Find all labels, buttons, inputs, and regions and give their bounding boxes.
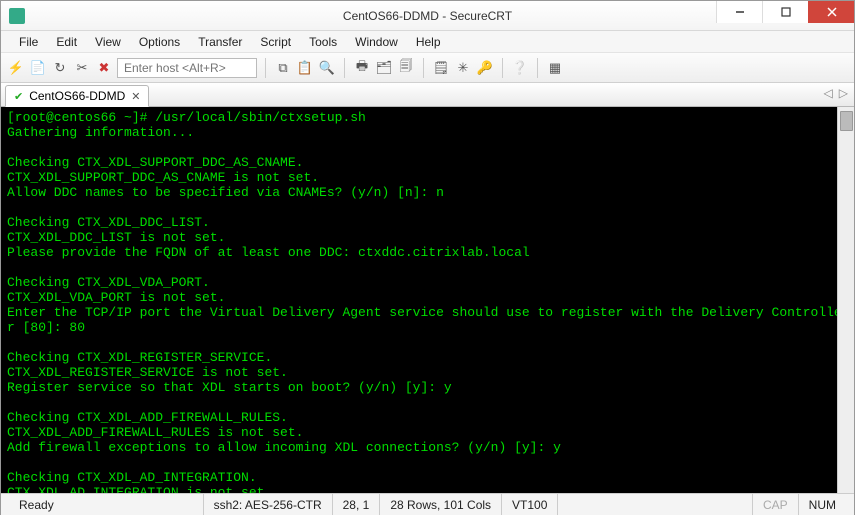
- menubar: File Edit View Options Transfer Script T…: [1, 31, 854, 53]
- status-num: NUM: [799, 494, 846, 515]
- app-icon: [9, 8, 25, 24]
- toolbar: ⚡ 📄 ↻ ✂ ✖ ⧉ 📋 🔍 🖶 🗂 🗐 🗒 ✳ 🔑 ❔ ▦: [1, 53, 854, 83]
- toolbar-separator-2: [344, 58, 345, 78]
- reconnect-icon[interactable]: ↻: [51, 59, 69, 77]
- tabbar: ✔ CentOS66-DDMD ✕ ◁ ▷: [1, 83, 854, 107]
- close-icon: [827, 7, 837, 17]
- quick-connect-icon[interactable]: ⚡: [7, 59, 25, 77]
- toolbar-separator-5: [537, 58, 538, 78]
- copy-icon[interactable]: ⧉: [274, 59, 292, 77]
- scrollbar-thumb[interactable]: [840, 111, 853, 131]
- tile-icon[interactable]: ▦: [546, 59, 564, 77]
- menu-edit[interactable]: Edit: [48, 33, 85, 51]
- menu-file[interactable]: File: [11, 33, 46, 51]
- status-cursor: 28, 1: [333, 494, 381, 515]
- tab-close-icon[interactable]: ✕: [131, 90, 140, 103]
- menu-help[interactable]: Help: [408, 33, 449, 51]
- terminal-wrap: [root@centos66 ~]# /usr/local/sbin/ctxse…: [1, 107, 854, 493]
- maximize-icon: [781, 7, 791, 17]
- menu-transfer[interactable]: Transfer: [190, 33, 250, 51]
- toolbar-separator-4: [502, 58, 503, 78]
- minimize-button[interactable]: [716, 1, 762, 23]
- window-controls: [716, 1, 854, 23]
- menu-view[interactable]: View: [87, 33, 129, 51]
- maximize-button[interactable]: [762, 1, 808, 23]
- host-input[interactable]: [117, 58, 257, 78]
- menu-options[interactable]: Options: [131, 33, 188, 51]
- statusbar: Ready ssh2: AES-256-CTR 28, 1 28 Rows, 1…: [1, 493, 854, 515]
- disconnect-icon[interactable]: ✂: [73, 59, 91, 77]
- connected-icon: ✔: [14, 90, 23, 103]
- tab-centos66[interactable]: ✔ CentOS66-DDMD ✕: [5, 85, 149, 107]
- scrollbar[interactable]: [837, 107, 854, 493]
- close-button[interactable]: [808, 1, 854, 23]
- status-cipher: ssh2: AES-256-CTR: [204, 494, 333, 515]
- options-icon[interactable]: ✳: [454, 59, 472, 77]
- tab-prev-icon[interactable]: ◁: [824, 86, 833, 100]
- connect-icon[interactable]: 📄: [29, 59, 47, 77]
- titlebar: CentOS66-DDMD - SecureCRT: [1, 1, 854, 31]
- cancel-icon[interactable]: ✖: [95, 59, 113, 77]
- toolbar-separator: [265, 58, 266, 78]
- dup-session-icon[interactable]: 🗐: [397, 59, 415, 77]
- toolbar-separator-3: [423, 58, 424, 78]
- status-spacer: [558, 494, 753, 515]
- paste-icon[interactable]: 📋: [296, 59, 314, 77]
- tab-nav: ◁ ▷: [824, 86, 848, 100]
- find-icon[interactable]: 🔍: [318, 59, 336, 77]
- window-title: CentOS66-DDMD - SecureCRT: [343, 9, 512, 23]
- minimize-icon: [735, 7, 745, 17]
- terminal[interactable]: [root@centos66 ~]# /usr/local/sbin/ctxse…: [1, 107, 854, 493]
- status-dimensions: 28 Rows, 101 Cols: [380, 494, 502, 515]
- status-emulation: VT100: [502, 494, 558, 515]
- status-cap: CAP: [753, 494, 799, 515]
- menu-window[interactable]: Window: [347, 33, 406, 51]
- properties-icon[interactable]: 🗒: [432, 59, 450, 77]
- help-icon[interactable]: ❔: [511, 59, 529, 77]
- tab-next-icon[interactable]: ▷: [839, 86, 848, 100]
- tab-label: CentOS66-DDMD: [29, 89, 125, 103]
- menu-script[interactable]: Script: [252, 33, 299, 51]
- menu-tools[interactable]: Tools: [301, 33, 345, 51]
- status-ready: Ready: [9, 494, 204, 515]
- print-icon[interactable]: 🖶: [353, 59, 371, 77]
- new-session-icon[interactable]: 🗂: [375, 59, 393, 77]
- key-icon[interactable]: 🔑: [476, 59, 494, 77]
